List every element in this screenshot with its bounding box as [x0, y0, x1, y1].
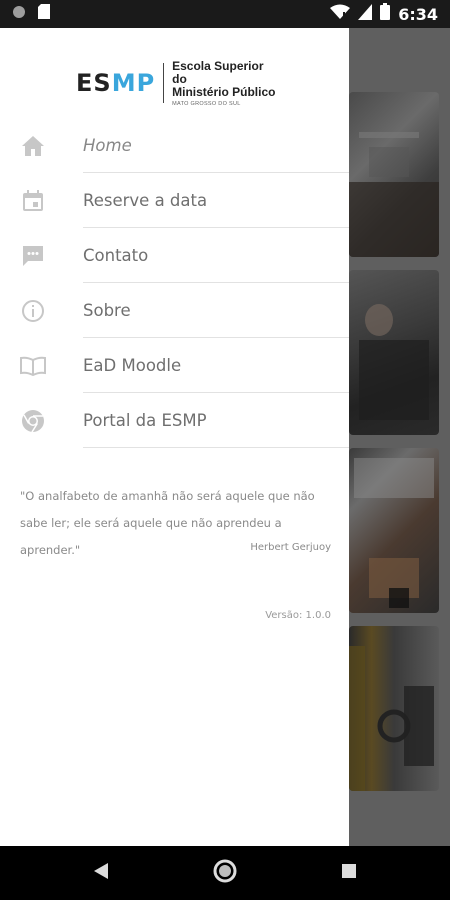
home-button[interactable] [195, 846, 255, 900]
calendar-icon [20, 188, 46, 214]
info-icon [20, 298, 46, 324]
signal-icon [358, 3, 373, 25]
navigation-drawer: ESMP Escola Superior do Ministério Públi… [0, 28, 349, 846]
menu-item-label: Home [83, 136, 132, 155]
content-card [349, 626, 439, 791]
logo-mark: ESMP [76, 69, 156, 97]
back-button[interactable] [71, 846, 131, 900]
content-card [349, 448, 439, 613]
battery-icon [380, 3, 391, 25]
chat-icon [20, 243, 46, 269]
menu-item-label: Reserve a data [83, 191, 208, 210]
menu-item-home[interactable]: Home [0, 118, 349, 173]
notification-dot-icon [12, 5, 26, 24]
logo-line-2: Ministério Público [172, 84, 276, 99]
esmp-logo: ESMP Escola Superior do Ministério Públi… [76, 58, 276, 107]
drawer-menu: Home Reserve a data Contato Sobre EaD Mo… [0, 118, 349, 448]
version-label: Versão: 1.0.0 [265, 610, 331, 621]
content-card [349, 270, 439, 435]
recents-button[interactable] [319, 846, 379, 900]
menu-item-portal-da-esmp[interactable]: Portal da ESMP [0, 393, 349, 448]
logo-divider [163, 63, 165, 103]
home-circle-icon [213, 859, 237, 888]
content-card [349, 92, 439, 257]
menu-item-ead-moodle[interactable]: EaD Moodle [0, 338, 349, 393]
menu-item-sobre[interactable]: Sobre [0, 283, 349, 338]
wifi-icon [330, 4, 351, 25]
chrome-icon [20, 408, 46, 434]
divider [83, 447, 349, 448]
menu-item-label: Portal da ESMP [83, 411, 207, 430]
back-icon [93, 862, 109, 885]
logo-line-1: Escola Superior do [172, 58, 264, 86]
book-icon [20, 353, 46, 379]
menu-item-contato[interactable]: Contato [0, 228, 349, 283]
system-navigation-bar [0, 846, 450, 900]
status-bar: 6:34 [0, 0, 450, 28]
sim-card-icon [38, 4, 50, 24]
clock: 6:34 [398, 4, 438, 24]
menu-item-label: EaD Moodle [83, 356, 182, 375]
menu-item-label: Contato [83, 246, 149, 265]
menu-item-label: Sobre [83, 301, 131, 320]
quote-author: Herbert Gerjuoy [250, 542, 331, 553]
menu-item-reserve-a-data[interactable]: Reserve a data [0, 173, 349, 228]
home-icon [20, 133, 46, 159]
logo-line-3: MATO GROSSO DO SUL [172, 100, 241, 107]
recents-icon [341, 863, 357, 884]
